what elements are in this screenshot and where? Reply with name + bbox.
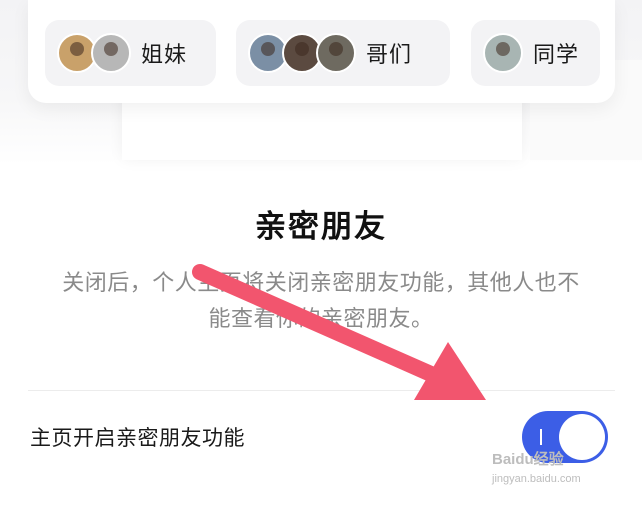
watermark: Baidu经验 jingyan.baidu.com (492, 448, 581, 485)
arrow-shaft (192, 264, 448, 386)
watermark-text: Baidu经验 (492, 451, 564, 468)
annotation-arrow (192, 264, 486, 400)
watermark-url: jingyan.baidu.com (492, 473, 581, 485)
